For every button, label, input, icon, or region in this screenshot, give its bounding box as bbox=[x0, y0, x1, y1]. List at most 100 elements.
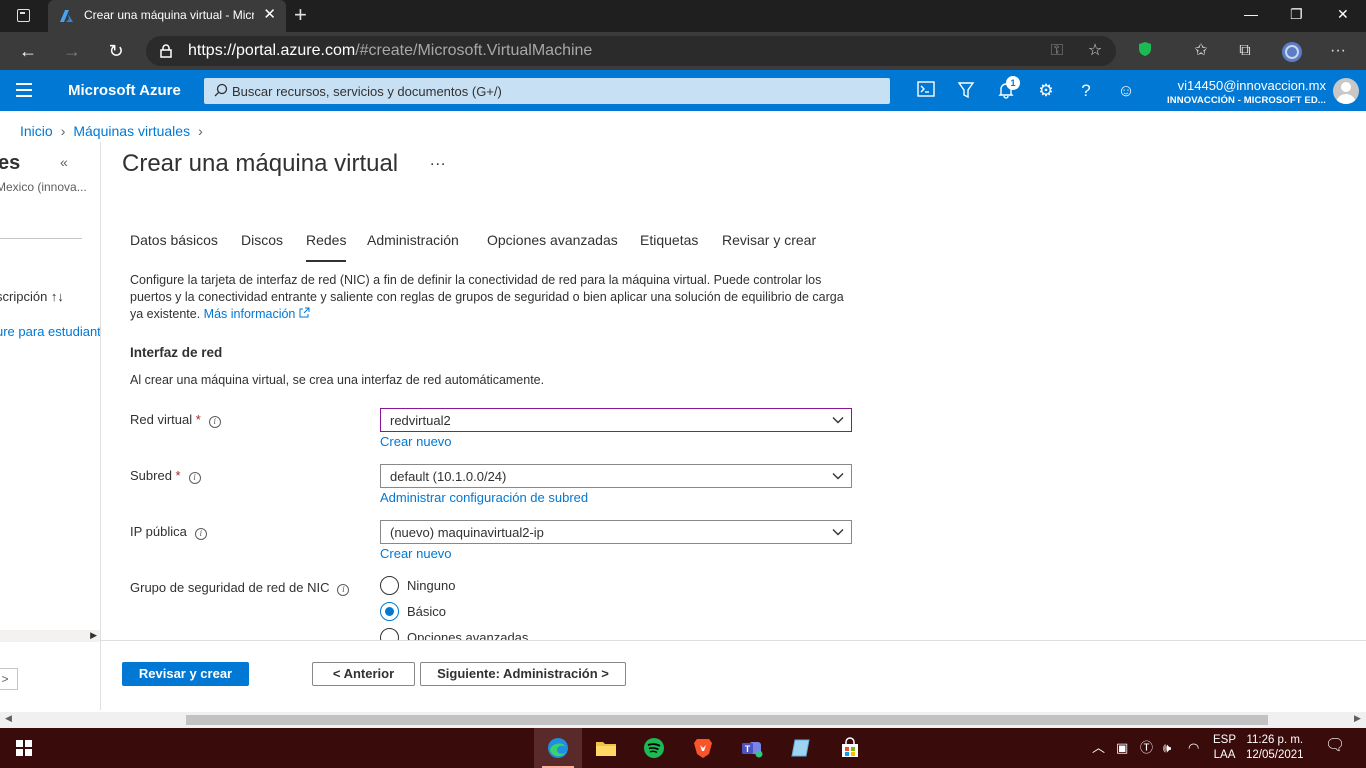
taskbar-brave[interactable] bbox=[679, 728, 727, 768]
radio-label: Ninguno bbox=[407, 578, 456, 593]
blade-scrollbar[interactable]: ▶ bbox=[0, 630, 100, 642]
add-favorite-icon[interactable]: ☆ bbox=[1084, 41, 1106, 61]
window-close-icon[interactable]: ✕ bbox=[1337, 6, 1349, 23]
subnet-dropdown[interactable]: default (10.1.0.0/24) bbox=[380, 464, 852, 488]
tab-review-create[interactable]: Revisar y crear bbox=[722, 232, 816, 262]
directory-filter-icon[interactable] bbox=[956, 81, 976, 101]
info-icon[interactable]: i bbox=[194, 528, 207, 540]
new-tab-icon[interactable]: + bbox=[294, 4, 307, 26]
next-button[interactable]: Siguiente: Administración > bbox=[420, 662, 626, 686]
system-clock[interactable]: 11:26 p. m. 12/05/2021 bbox=[1246, 733, 1304, 763]
taskbar-teams[interactable]: T bbox=[728, 728, 776, 768]
brave-icon bbox=[694, 739, 712, 758]
azure-favicon-icon bbox=[60, 10, 73, 22]
more-options-icon[interactable]: ... bbox=[430, 152, 446, 170]
tab-actions-icon[interactable] bbox=[8, 6, 38, 26]
volume-icon[interactable]: 🕪 bbox=[1163, 740, 1171, 756]
info-icon[interactable]: i bbox=[208, 416, 221, 428]
tab-disks[interactable]: Discos bbox=[241, 232, 283, 262]
collapse-icon[interactable]: « bbox=[60, 154, 68, 170]
windows-start-icon[interactable] bbox=[16, 740, 32, 756]
wizard-footer bbox=[101, 640, 1366, 710]
previous-button[interactable]: < Anterior bbox=[312, 662, 415, 686]
create-public-ip-link[interactable]: Crear nuevo bbox=[380, 546, 452, 561]
cloud-shell-icon[interactable] bbox=[916, 81, 936, 101]
tab-management[interactable]: Administración bbox=[367, 232, 459, 262]
page-horizontal-scrollbar[interactable]: ◀ ▶ bbox=[0, 712, 1366, 728]
scrollbar-thumb[interactable] bbox=[186, 715, 1268, 725]
radio-button[interactable] bbox=[380, 628, 399, 640]
clock-date: 12/05/2021 bbox=[1246, 749, 1304, 761]
svg-text:T: T bbox=[745, 744, 751, 754]
public-ip-label: IP pública i bbox=[130, 524, 207, 540]
taskbar-spotify[interactable] bbox=[630, 728, 678, 768]
chevron-right-icon: › bbox=[198, 123, 203, 139]
info-icon[interactable]: i bbox=[188, 472, 201, 484]
forward-icon[interactable]: → bbox=[61, 40, 83, 62]
virtual-network-label: Red virtual * i bbox=[130, 412, 221, 428]
browser-tab-active[interactable]: Crear una máquina virtual - Microsoft Az… bbox=[48, 0, 286, 32]
scroll-left-icon[interactable]: ◀ bbox=[5, 713, 12, 724]
browser-tab-strip: Crear una máquina virtual - Microsoft Az… bbox=[0, 0, 1366, 32]
portal-menu-icon[interactable] bbox=[16, 83, 32, 97]
refresh-icon[interactable]: ↻ bbox=[105, 40, 127, 62]
tab-basics[interactable]: Datos básicos bbox=[130, 232, 218, 262]
review-create-button[interactable]: Revisar y crear bbox=[122, 662, 249, 686]
language-indicator[interactable]: ESP LAA bbox=[1213, 733, 1236, 763]
networking-description: Configure la tarjeta de interfaz de red … bbox=[130, 272, 860, 323]
extension-shield-icon[interactable] bbox=[1134, 41, 1156, 63]
virtual-network-dropdown[interactable]: redvirtual2 bbox=[380, 408, 852, 432]
taskbar-edge[interactable] bbox=[534, 728, 582, 768]
restore-icon[interactable]: ❐ bbox=[1290, 6, 1303, 23]
profile-icon[interactable] bbox=[1281, 41, 1303, 69]
section-subtitle: Al crear una máquina virtual, se crea un… bbox=[130, 373, 545, 387]
collections-icon[interactable]: ⧉ bbox=[1234, 41, 1256, 61]
column-header-fragment[interactable]: scripción ↑↓ bbox=[0, 289, 64, 304]
chevron-down-icon bbox=[832, 529, 844, 536]
breadcrumb-virtual-machines[interactable]: Máquinas virtuales bbox=[73, 123, 190, 139]
breadcrumb-home[interactable]: Inicio bbox=[20, 123, 53, 139]
breadcrumb: Inicio › Máquinas virtuales › bbox=[20, 123, 211, 139]
radio-button[interactable] bbox=[380, 576, 399, 595]
settings-gear-icon[interactable]: ⚙ bbox=[1036, 81, 1056, 101]
tab-networking[interactable]: Redes bbox=[306, 232, 347, 262]
tab-tags[interactable]: Etiquetas bbox=[640, 232, 698, 262]
key-icon[interactable]: ⚿ bbox=[1046, 41, 1068, 61]
teams-icon: T bbox=[742, 742, 763, 758]
taskbar-notepad[interactable] bbox=[777, 728, 825, 768]
public-ip-dropdown[interactable]: (nuevo) maquinavirtual2-ip bbox=[380, 520, 852, 544]
feedback-smiley-icon[interactable]: ☺ bbox=[1116, 81, 1136, 101]
scroll-right-icon[interactable]: ▶ bbox=[1354, 713, 1361, 724]
taskbar-store[interactable] bbox=[826, 728, 874, 768]
back-icon[interactable]: ← bbox=[17, 40, 39, 62]
show-hidden-icons-icon[interactable]: ︿ bbox=[1092, 740, 1105, 756]
required-marker: * bbox=[195, 412, 201, 427]
next-page-button[interactable]: > bbox=[0, 668, 18, 690]
tab-advanced[interactable]: Opciones avanzadas bbox=[487, 232, 618, 262]
minimize-icon[interactable]: — bbox=[1244, 6, 1258, 22]
action-center-icon[interactable]: 🗨 bbox=[1325, 738, 1345, 754]
help-icon[interactable]: ? bbox=[1076, 81, 1096, 101]
taskbar-file-explorer[interactable] bbox=[582, 728, 630, 768]
info-icon[interactable]: i bbox=[337, 584, 350, 596]
tray-teams-icon[interactable]: Ⓣ bbox=[1140, 740, 1153, 756]
network-icon[interactable]: ◠ bbox=[1188, 740, 1199, 756]
global-search[interactable] bbox=[204, 78, 890, 104]
scroll-right-icon[interactable]: ▶ bbox=[90, 630, 97, 641]
account-info[interactable]: vi14450@innovaccion.mx INNOVACCIÓN - MIC… bbox=[1167, 78, 1326, 106]
tab-close-icon[interactable]: ✕ bbox=[263, 6, 276, 24]
search-input[interactable] bbox=[232, 81, 872, 101]
browser-menu-icon[interactable]: ··· bbox=[1327, 41, 1349, 61]
virtual-network-value: redvirtual2 bbox=[390, 413, 451, 428]
azure-brand[interactable]: Microsoft Azure bbox=[68, 82, 181, 99]
radio-button-selected[interactable] bbox=[380, 602, 399, 621]
favorites-icon[interactable]: ✩ bbox=[1190, 41, 1212, 61]
manage-subnet-link[interactable]: Administrar configuración de subred bbox=[380, 490, 588, 505]
tray-app-icon[interactable]: ▣ bbox=[1116, 740, 1128, 756]
address-bar[interactable]: https://portal.azure.com/#create/Microso… bbox=[146, 36, 1116, 66]
avatar[interactable] bbox=[1333, 78, 1359, 104]
more-info-link[interactable]: Más información bbox=[204, 307, 310, 321]
list-item-fragment[interactable]: ure para estudiant bbox=[0, 324, 100, 339]
search-icon bbox=[214, 83, 228, 97]
create-virtual-network-link[interactable]: Crear nuevo bbox=[380, 434, 452, 449]
